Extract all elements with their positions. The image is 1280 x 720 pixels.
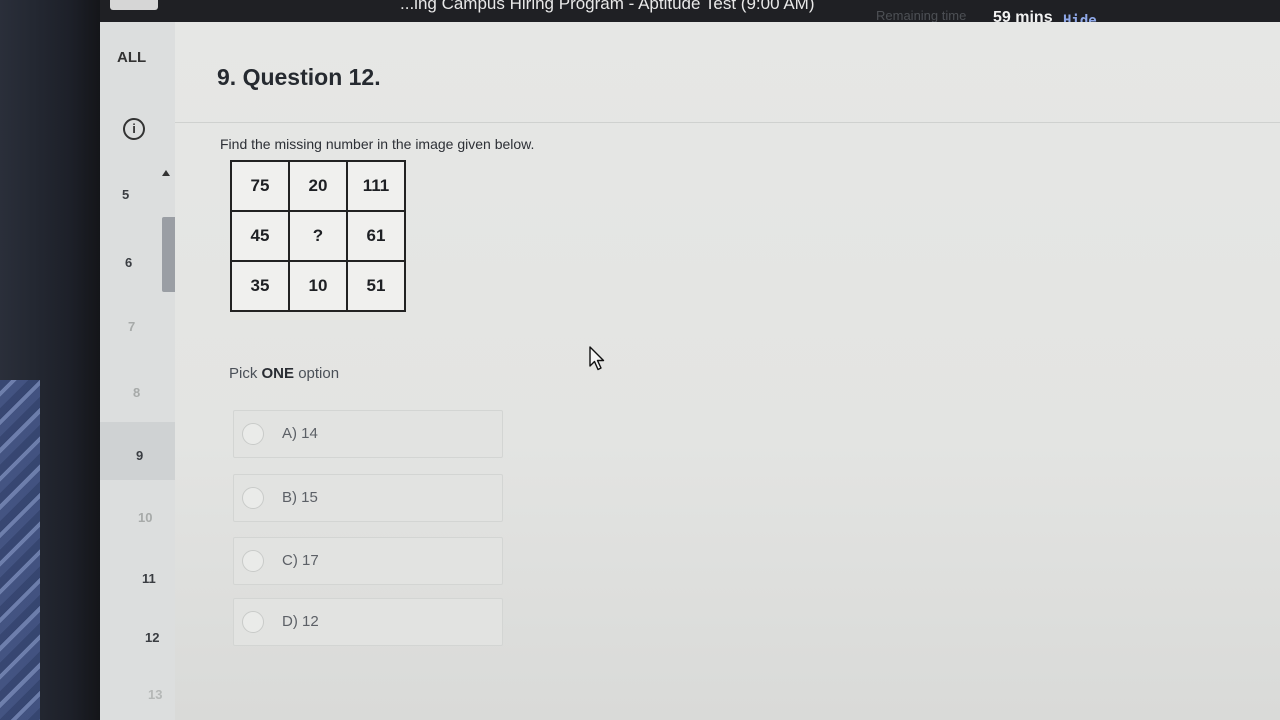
grid-cell: 75	[230, 160, 290, 212]
option-label: B) 15	[282, 489, 318, 506]
grid-cell-missing: ?	[288, 210, 348, 262]
option-b[interactable]: B) 15	[233, 474, 503, 522]
sidebar-item-7[interactable]: 7	[128, 319, 135, 334]
question-navigator: ALL i 5 6 7 8 9 10 11 12 13	[100, 22, 180, 720]
monitor-bezel	[0, 0, 100, 720]
question-title: 9. Question 12.	[217, 64, 381, 90]
radio-button[interactable]	[242, 611, 264, 633]
grid-row: 45 ? 61	[230, 210, 406, 262]
browser-tab[interactable]	[110, 0, 158, 10]
all-questions-link[interactable]: ALL	[117, 49, 146, 66]
scroll-up-icon[interactable]	[162, 170, 170, 176]
radio-button[interactable]	[242, 487, 264, 509]
grid-cell: 35	[230, 260, 290, 312]
radio-button[interactable]	[242, 423, 264, 445]
sidebar-item-10[interactable]: 10	[138, 510, 152, 525]
sidebar-item-11[interactable]: 11	[142, 571, 156, 586]
grid-cell: 20	[288, 160, 348, 212]
sidebar-item-5[interactable]: 5	[122, 187, 129, 202]
option-c[interactable]: C) 17	[233, 537, 503, 585]
option-label: A) 14	[282, 425, 318, 442]
sidebar-item-12[interactable]: 12	[145, 630, 159, 645]
mouse-pointer-icon	[589, 346, 605, 371]
option-d[interactable]: D) 12	[233, 598, 503, 646]
grid-cell: 61	[346, 210, 406, 262]
background-pattern	[0, 380, 40, 720]
question-text: Find the missing number in the image giv…	[220, 136, 535, 152]
divider	[175, 122, 1280, 123]
grid-row: 75 20 111	[230, 160, 406, 212]
sidebar-item-9[interactable]: 9	[136, 448, 143, 463]
question-panel: 9. Question 12. Find the missing number …	[175, 22, 1280, 720]
pick-emphasis: ONE	[261, 365, 295, 382]
grid-cell: 51	[346, 260, 406, 312]
number-grid: 75 20 111 45 ? 61 35 10 51	[230, 160, 406, 312]
grid-cell: 10	[288, 260, 348, 312]
option-label: C) 17	[282, 552, 319, 569]
pick-prefix: Pick	[229, 365, 262, 382]
sidebar-item-6[interactable]: 6	[125, 255, 132, 270]
radio-button[interactable]	[242, 550, 264, 572]
grid-cell: 45	[230, 210, 290, 262]
option-a[interactable]: A) 14	[233, 410, 503, 458]
grid-row: 35 10 51	[230, 260, 406, 312]
sidebar-item-13[interactable]: 13	[148, 687, 162, 702]
pick-instruction: Pick ONE option	[229, 365, 339, 382]
window-title: ...ing Campus Hiring Program - Aptitude …	[400, 0, 815, 13]
option-label: D) 12	[282, 613, 319, 630]
sidebar-item-8[interactable]: 8	[133, 385, 140, 400]
info-icon[interactable]: i	[123, 118, 145, 140]
grid-cell: 111	[346, 160, 406, 212]
remaining-time-label: Remaining time	[876, 8, 967, 23]
pick-suffix: option	[294, 365, 340, 382]
